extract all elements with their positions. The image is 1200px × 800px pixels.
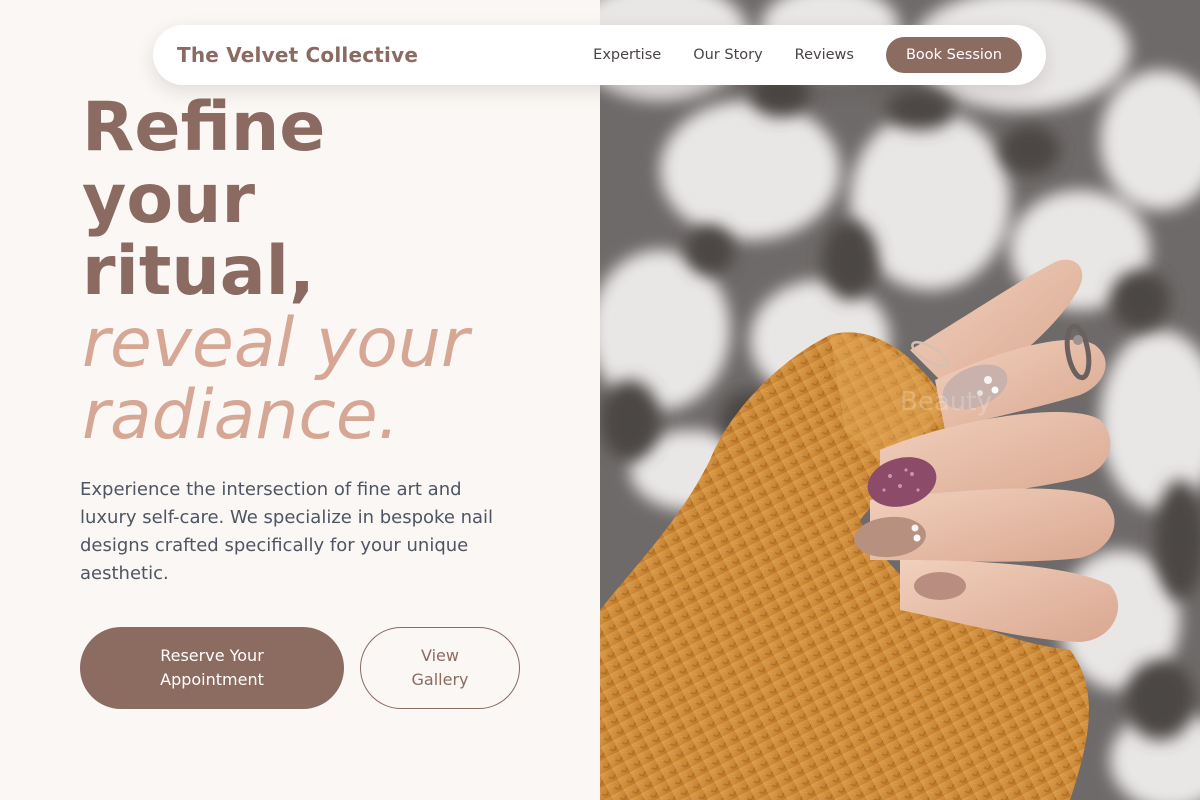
book-session-button[interactable]: Book Session — [885, 37, 1022, 73]
hero-headline: Refine your ritual, reveal your radiance… — [82, 92, 582, 452]
headline-accent-line-1: reveal your — [82, 304, 469, 383]
brand-logo[interactable]: The Velvet Collective — [177, 43, 418, 67]
headline-accent-line-2: radiance. — [82, 376, 400, 455]
nav-links: Expertise Our Story Reviews Book Session — [593, 37, 1022, 73]
nav-link-reviews[interactable]: Reviews — [795, 47, 854, 63]
hero-intro-text: Experience the intersection of fine art … — [80, 479, 494, 584]
image-watermark: Beauty — [900, 387, 992, 417]
nav-link-our-story[interactable]: Our Story — [693, 47, 762, 63]
headline-line-2: your — [82, 160, 255, 239]
hero-image: Beauty — [600, 0, 1200, 800]
top-navbar: The Velvet Collective Expertise Our Stor… — [153, 25, 1046, 85]
reserve-appointment-button[interactable]: Reserve Your Appointment — [80, 627, 344, 709]
nav-link-expertise[interactable]: Expertise — [593, 47, 661, 63]
headline-line-1: Refine — [82, 88, 326, 167]
headline-line-3: ritual, — [82, 232, 315, 311]
view-gallery-button[interactable]: View Gallery — [360, 627, 520, 709]
